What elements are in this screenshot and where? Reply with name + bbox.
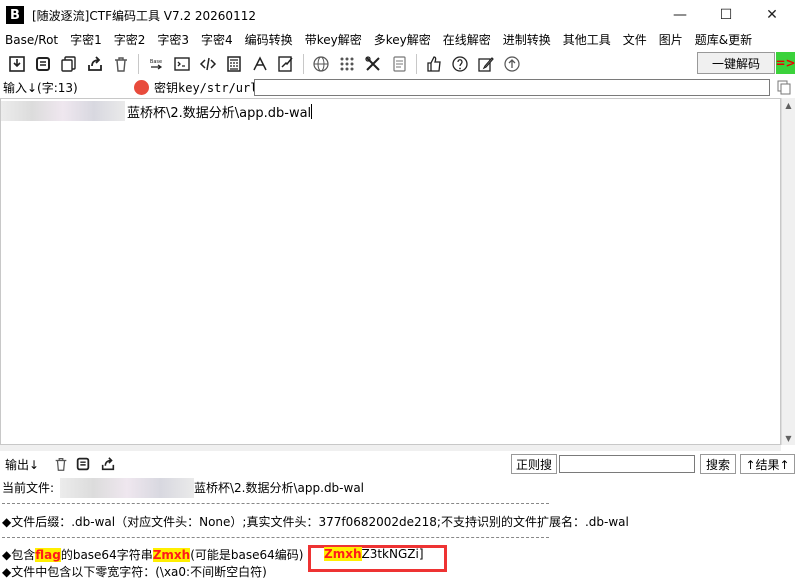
input-label: 输入↓(字:13) — [3, 81, 78, 95]
app-logo-icon: B — [6, 6, 24, 24]
menu-encoding-convert[interactable]: 编码转换 — [239, 30, 299, 50]
zero-width-line: ◆文件中包含以下零宽字符：(\xa0:不间断空白符) — [2, 565, 267, 579]
globe-icon[interactable] — [308, 52, 334, 76]
thumbs-up-icon[interactable] — [421, 52, 447, 76]
share-icon[interactable] — [82, 52, 108, 76]
tools-icon[interactable] — [360, 52, 386, 76]
menu-word-cipher-4[interactable]: 字密4 — [195, 30, 239, 50]
toolbar: Base — [0, 50, 795, 77]
duplicate-icon[interactable] — [56, 52, 82, 76]
search-button[interactable]: 搜索 — [700, 454, 736, 474]
paste-icon[interactable] — [776, 79, 792, 95]
script-icon[interactable] — [386, 52, 412, 76]
base64-result-text: ZmxhZ3tkNGZi] — [324, 547, 424, 561]
help-icon[interactable] — [447, 52, 473, 76]
output-copy-icon[interactable] — [74, 455, 92, 473]
menu-base-rot[interactable]: Base/Rot — [0, 30, 64, 50]
zmxh-highlight: Zmxh — [152, 548, 191, 562]
title-bar: B [随波逐流]CTF编码工具 V7.2 20260112 — ☐ ✕ — [0, 0, 795, 30]
copy-icon[interactable] — [30, 52, 56, 76]
result-button[interactable]: ↑结果↑ — [740, 454, 795, 474]
arrow-tab-label: => — [775, 56, 795, 70]
input-text: 蓝桥杯\2.数据分析\app.db-wal — [127, 104, 313, 121]
divider — [2, 503, 549, 504]
window-title: [随波逐流]CTF编码工具 V7.2 20260112 — [32, 8, 256, 23]
result-zmxh-highlight: Zmxh — [324, 547, 362, 561]
menu-radix-convert[interactable]: 进制转换 — [497, 30, 557, 50]
file-suffix-line: ◆文件后缀：.db-wal（对应文件头：None）;真实文件头：377f0682… — [2, 515, 629, 529]
key-label: 密钥key/str/url: — [154, 81, 265, 95]
menu-question-bank-update[interactable]: 题库&更新 — [689, 30, 758, 50]
upload-icon[interactable] — [499, 52, 525, 76]
toolbar-separator — [138, 53, 139, 74]
grid-icon[interactable] — [334, 52, 360, 76]
current-file-line: 当前文件: — [2, 481, 55, 495]
output-clear-trash-icon[interactable] — [52, 455, 70, 473]
base-icon[interactable]: Base — [143, 52, 169, 76]
text-caret — [311, 104, 313, 119]
flag-highlight: flag — [35, 548, 61, 562]
svg-text:Base: Base — [150, 59, 162, 65]
output-label: 输出↓ — [5, 458, 40, 472]
scroll-down-arrow-icon[interactable]: ▼ — [782, 431, 795, 445]
close-button[interactable]: ✕ — [749, 0, 795, 30]
divider — [2, 537, 549, 538]
menu-word-cipher-3[interactable]: 字密3 — [151, 30, 195, 50]
terminal-icon[interactable] — [169, 52, 195, 76]
base64-flag-line: ◆包含flag的base64字符串Zmxh(可能是base64编码) — [2, 548, 304, 562]
menu-online-decrypt[interactable]: 在线解密 — [437, 30, 497, 50]
search-input[interactable] — [559, 455, 695, 473]
sign-icon[interactable] — [273, 52, 299, 76]
output-share-icon[interactable] — [99, 455, 117, 473]
edit-icon[interactable] — [473, 52, 499, 76]
menu-image[interactable]: 图片 — [653, 30, 689, 50]
input-editor[interactable]: 蓝桥杯\2.数据分析\app.db-wal — [0, 98, 781, 445]
menu-word-cipher-2[interactable]: 字密2 — [108, 30, 152, 50]
menu-key-decrypt[interactable]: 带key解密 — [299, 30, 368, 50]
scroll-up-arrow-icon[interactable]: ▲ — [782, 98, 795, 112]
toolbar-separator — [303, 53, 304, 74]
calculator-icon[interactable] — [221, 52, 247, 76]
input-horizontal-scrollbar[interactable] — [0, 445, 781, 451]
toolbar-separator — [416, 53, 417, 74]
menu-multi-key-decrypt[interactable]: 多key解密 — [368, 30, 437, 50]
save-icon[interactable] — [4, 52, 30, 76]
minimize-button[interactable]: — — [657, 0, 703, 30]
key-icon — [134, 80, 149, 95]
menu-bar: Base/Rot 字密1 字密2 字密3 字密4 编码转换 带key解密 多ke… — [0, 30, 795, 50]
menu-other-tools[interactable]: 其他工具 — [557, 30, 617, 50]
menu-word-cipher-1[interactable]: 字密1 — [64, 30, 108, 50]
font-icon[interactable] — [247, 52, 273, 76]
arrow-tab-button[interactable]: => — [775, 52, 795, 74]
maximize-button[interactable]: ☐ — [703, 0, 749, 30]
one-click-decode-button[interactable]: 一键解码 — [697, 52, 775, 74]
menu-file[interactable]: 文件 — [617, 30, 653, 50]
key-input[interactable] — [254, 79, 770, 96]
input-scrollbar[interactable]: ▲ ▼ — [781, 98, 795, 445]
redacted-path-prefix — [60, 478, 194, 498]
trash-icon[interactable] — [108, 52, 134, 76]
redacted-path-prefix — [1, 101, 125, 121]
current-file-path: 蓝桥杯\2.数据分析\app.db-wal — [194, 481, 365, 495]
regex-search-button[interactable]: 正则搜 — [511, 454, 557, 474]
code-icon[interactable] — [195, 52, 221, 76]
